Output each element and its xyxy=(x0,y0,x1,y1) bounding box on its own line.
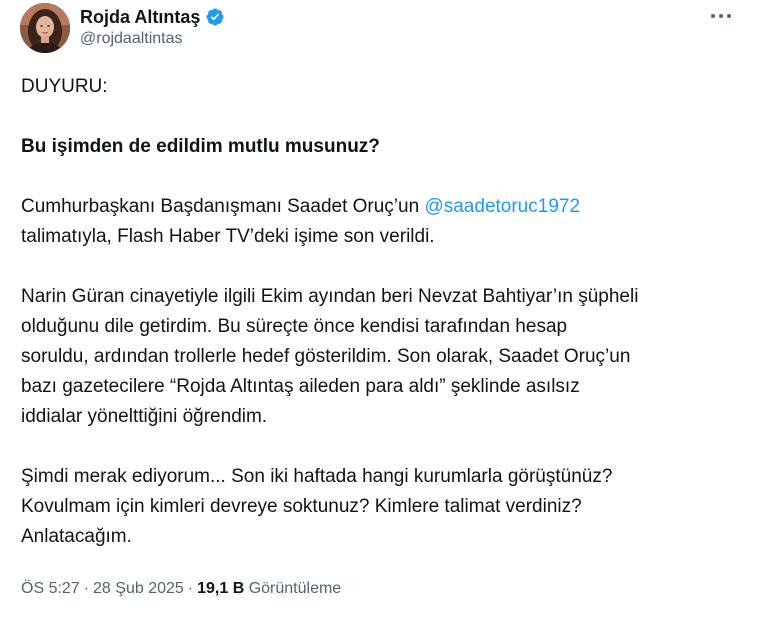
user-handle[interactable]: @rojdaaltintas xyxy=(80,28,225,50)
tweet-card: Rojda Altıntaş @rojdaaltintas DUYURU: Bu… xyxy=(0,0,760,626)
verified-badge-icon[interactable] xyxy=(205,7,225,27)
tweet-date[interactable]: 28 Şub 2025 xyxy=(93,580,184,597)
paragraph-1-line-1: Cumhurbaşkanı Başdanışmanı Saadet Oruç’u… xyxy=(21,192,741,222)
paragraph-2-line: Narin Güran cinayetiyle ilgili Ekim ayın… xyxy=(21,286,639,307)
paragraph-3-line: Anlatacağım. xyxy=(21,526,132,547)
separator-dot: · xyxy=(187,580,194,597)
mention-link[interactable]: @saadetoruc1972 xyxy=(424,196,580,217)
name-row: Rojda Altıntaş xyxy=(80,6,225,28)
tweet-text: DUYURU: Bu işimden de edildim mutlu musu… xyxy=(21,72,741,582)
paragraph-2-line: bazı gazetecilere “Rojda Altıntaş ailede… xyxy=(21,376,580,397)
question-line: Bu işimden de edildim mutlu musunuz? xyxy=(21,136,380,157)
paragraph-2-line: iddialar yönelttiğini öğrendim. xyxy=(21,406,268,427)
views-label: Görüntüleme xyxy=(248,580,342,597)
views-count: 19,1 B xyxy=(197,580,245,597)
display-name[interactable]: Rojda Altıntaş xyxy=(80,6,200,28)
tweet-time[interactable]: ÖS 5:27 xyxy=(21,580,80,597)
profile-photo-icon xyxy=(20,3,70,53)
paragraph-3: Şimdi merak ediyorum... Son iki haftada … xyxy=(21,462,741,552)
paragraph-3-line: Şimdi merak ediyorum... Son iki haftada … xyxy=(21,466,613,487)
separator-dot: · xyxy=(83,580,90,597)
tweet-header: Rojda Altıntaş @rojdaaltintas xyxy=(20,3,225,53)
paragraph-2-line: olduğunu dile getirdim. Bu süreçte önce … xyxy=(21,316,568,337)
paragraph-1: Cumhurbaşkanı Başdanışmanı Saadet Oruç’u… xyxy=(21,192,741,252)
paragraph-3-line: Kovulmam için kimleri devreye soktunuz? … xyxy=(21,496,582,517)
user-info: Rojda Altıntaş @rojdaaltintas xyxy=(80,6,225,50)
tweet-meta: ÖS 5:27 · 28 Şub 2025 · 19,1 B Görüntüleme xyxy=(21,578,341,600)
avatar[interactable] xyxy=(20,3,70,53)
announcement-line: DUYURU: xyxy=(21,76,108,97)
paragraph-2-line: soruldu, ardından trollerle hedef göster… xyxy=(21,346,631,367)
paragraph-1-text: Cumhurbaşkanı Başdanışmanı Saadet Oruç’u… xyxy=(21,196,425,217)
paragraph-2: Narin Güran cinayetiyle ilgili Ekim ayın… xyxy=(21,282,741,432)
more-horizontal-icon[interactable] xyxy=(704,4,738,28)
paragraph-1-line-2: talimatıyla, Flash Haber TV’deki işime s… xyxy=(21,226,435,247)
